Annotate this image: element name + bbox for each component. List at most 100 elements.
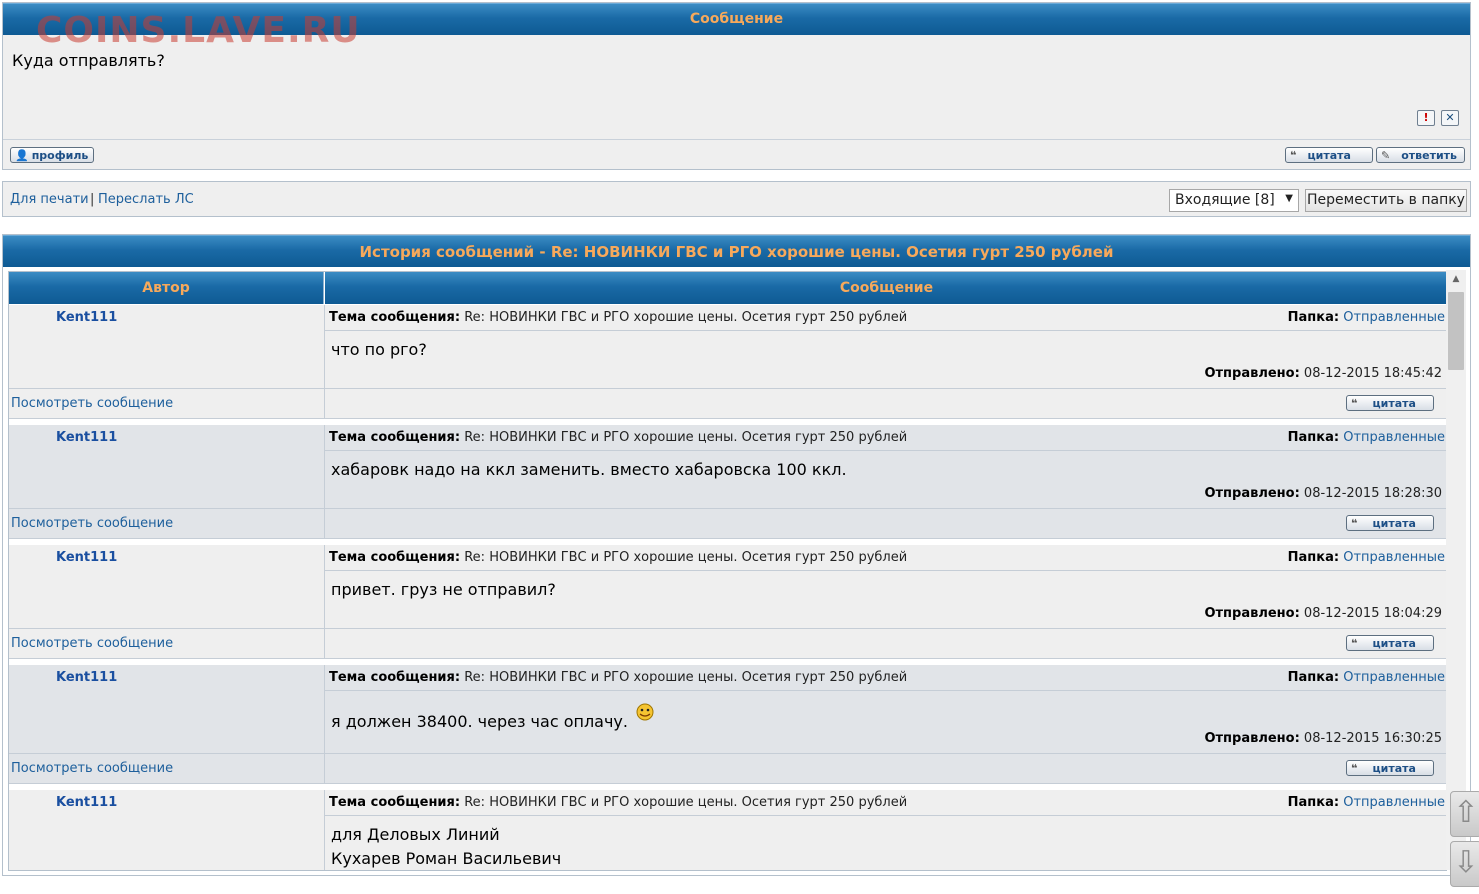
folder-label: Папка: — [1287, 670, 1340, 685]
sent-label: Отправлено: — [1204, 606, 1300, 621]
scroll-to-top-button[interactable]: ⇧ — [1450, 791, 1479, 837]
scrollbar-thumb[interactable] — [1448, 292, 1464, 370]
print-link[interactable]: Для печати — [10, 192, 89, 207]
sent-line: Отправлено: 08-12-2015 18:45:42 — [1204, 366, 1442, 381]
reply-button[interactable]: ✎ ответить — [1376, 147, 1465, 163]
folder-line: Папка: Отправленные — [1288, 795, 1445, 810]
folder-line: Папка: Отправленные — [1288, 550, 1445, 565]
author-name[interactable]: Kent111 — [56, 795, 117, 810]
dropdown-arrow-icon: ▼ — [1285, 193, 1293, 204]
subject-text: Re: НОВИНКИ ГВС и РГО хорошие цены. Осет… — [464, 550, 908, 565]
actions-bar: Для печати | Переслать ЛС Входящие [8] ▼… — [2, 181, 1471, 217]
sent-label: Отправлено: — [1204, 366, 1300, 381]
folder-select-value: Входящие [8] — [1175, 192, 1275, 208]
folder-label: Папка: — [1287, 550, 1340, 565]
subject-label: Тема сообщения: — [329, 430, 461, 445]
scroll-up-arrow-icon[interactable]: ▲ — [1446, 274, 1466, 290]
sent-label: Отправлено: — [1204, 731, 1300, 746]
body-line: я должен 38400. через час оплачу. — [331, 712, 628, 731]
folder-link[interactable]: Отправленные — [1343, 670, 1445, 685]
column-header-message: Сообщение — [325, 272, 1446, 304]
quote-button-label: цитата — [1372, 396, 1416, 410]
view-message-link[interactable]: Посмотреть сообщение — [11, 516, 173, 531]
body-line: для Деловых Линий — [331, 825, 500, 844]
reply-icon: ✎ — [1381, 148, 1391, 162]
message-body: для Деловых Линий Кухарев Роман Васильев… — [331, 823, 562, 870]
sent-label: Отправлено: — [1204, 486, 1300, 501]
reply-button-label: ответить — [1401, 148, 1457, 162]
quote-icon: ❝ — [1351, 761, 1358, 775]
quote-icon: ❝ — [1351, 516, 1358, 530]
quote-button[interactable]: ❝ цитата — [1346, 635, 1434, 651]
message-history-panel: История сообщений - Re: НОВИНКИ ГВС и РГ… — [2, 234, 1471, 876]
quote-button-label: цитата — [1372, 636, 1416, 650]
folder-link[interactable]: Отправленные — [1343, 795, 1445, 810]
body-line: Кухарев Роман Васильевич — [331, 849, 562, 868]
folder-label: Папка: — [1287, 310, 1340, 325]
subject-label: Тема сообщения: — [329, 795, 461, 810]
folder-link[interactable]: Отправленные — [1343, 430, 1445, 445]
history-title: История сообщений - Re: НОВИНКИ ГВС и РГ… — [3, 235, 1470, 267]
quote-button[interactable]: ❝ цитата — [1346, 395, 1434, 411]
sent-date: 08-12-2015 18:45:42 — [1303, 366, 1442, 381]
delete-icon[interactable]: ✕ — [1441, 110, 1459, 126]
folder-link[interactable]: Отправленные — [1343, 550, 1445, 565]
author-name[interactable]: Kent111 — [56, 430, 117, 445]
scroll-to-bottom-button[interactable]: ⇩ — [1450, 841, 1479, 887]
quote-button-label: цитата — [1307, 148, 1351, 162]
arrow-down-icon: ⇩ — [1453, 845, 1479, 880]
sent-line: Отправлено: 08-12-2015 16:30:25 — [1204, 731, 1442, 746]
folder-line: Папка: Отправленные — [1288, 310, 1445, 325]
subject-line: Тема сообщения: Re: НОВИНКИ ГВС и РГО хо… — [329, 550, 907, 565]
folder-label: Папка: — [1287, 430, 1340, 445]
quote-icon: ❝ — [1290, 148, 1297, 162]
view-message-link[interactable]: Посмотреть сообщение — [11, 396, 173, 411]
folder-label: Папка: — [1287, 795, 1340, 810]
subject-line: Тема сообщения: Re: НОВИНКИ ГВС и РГО хо… — [329, 310, 907, 325]
author-name[interactable]: Kent111 — [56, 550, 117, 565]
body-line: привет. груз не отправил? — [331, 580, 556, 599]
subject-label: Тема сообщения: — [329, 550, 461, 565]
message-body: я должен 38400. через час оплачу. — [331, 703, 656, 734]
move-to-folder-button[interactable]: Переместить в папку — [1305, 189, 1467, 212]
author-name[interactable]: Kent111 — [56, 670, 117, 685]
arrow-up-icon: ⇧ — [1453, 795, 1479, 830]
folder-link[interactable]: Отправленные — [1343, 310, 1445, 325]
subject-text: Re: НОВИНКИ ГВС и РГО хорошие цены. Осет… — [464, 670, 908, 685]
folder-select[interactable]: Входящие [8] ▼ — [1169, 189, 1299, 212]
forward-link[interactable]: Переслать ЛС — [98, 192, 194, 207]
quote-button-label: цитата — [1372, 516, 1416, 530]
quote-button[interactable]: ❝ цитата — [1346, 760, 1434, 776]
report-icon[interactable]: ! — [1417, 110, 1435, 126]
message-body: привет. груз не отправил? — [331, 578, 556, 602]
sent-date: 08-12-2015 18:04:29 — [1303, 606, 1442, 621]
author-name[interactable]: Kent111 — [56, 310, 117, 325]
subject-label: Тема сообщения: — [329, 310, 461, 325]
subject-text: Re: НОВИНКИ ГВС и РГО хорошие цены. Осет… — [464, 795, 908, 810]
divider — [3, 139, 1470, 140]
folder-line: Папка: Отправленные — [1288, 670, 1445, 685]
history-table[interactable]: Автор Сообщение Kent111 Тема сообщения: … — [8, 271, 1447, 871]
quote-button[interactable]: ❝ цитата — [1285, 147, 1373, 163]
body-line: хабаровк надо на ккл заменить. вместо ха… — [331, 460, 847, 479]
profile-button[interactable]: 👤 профиль — [10, 147, 94, 163]
quote-button[interactable]: ❝ цитата — [1346, 515, 1434, 531]
view-message-link[interactable]: Посмотреть сообщение — [11, 761, 173, 776]
smiley-icon — [636, 703, 654, 721]
site-watermark: COINS.LAVE.RU — [36, 10, 361, 51]
subject-line: Тема сообщения: Re: НОВИНКИ ГВС и РГО хо… — [329, 430, 907, 445]
user-icon: 👤 — [15, 148, 29, 162]
sent-date: 08-12-2015 18:28:30 — [1303, 486, 1442, 501]
quote-button-label: цитата — [1372, 761, 1416, 775]
column-header-author: Автор — [9, 272, 324, 304]
folder-line: Папка: Отправленные — [1288, 430, 1445, 445]
view-message-link[interactable]: Посмотреть сообщение — [11, 636, 173, 651]
body-line: что по рго? — [331, 340, 427, 359]
sent-date: 08-12-2015 16:30:25 — [1303, 731, 1442, 746]
quote-icon: ❝ — [1351, 636, 1358, 650]
sent-line: Отправлено: 08-12-2015 18:04:29 — [1204, 606, 1442, 621]
message-text: Куда отправлять? — [12, 51, 165, 70]
subject-text: Re: НОВИНКИ ГВС и РГО хорошие цены. Осет… — [464, 430, 908, 445]
subject-text: Re: НОВИНКИ ГВС и РГО хорошие цены. Осет… — [464, 310, 908, 325]
quote-icon: ❝ — [1351, 396, 1358, 410]
